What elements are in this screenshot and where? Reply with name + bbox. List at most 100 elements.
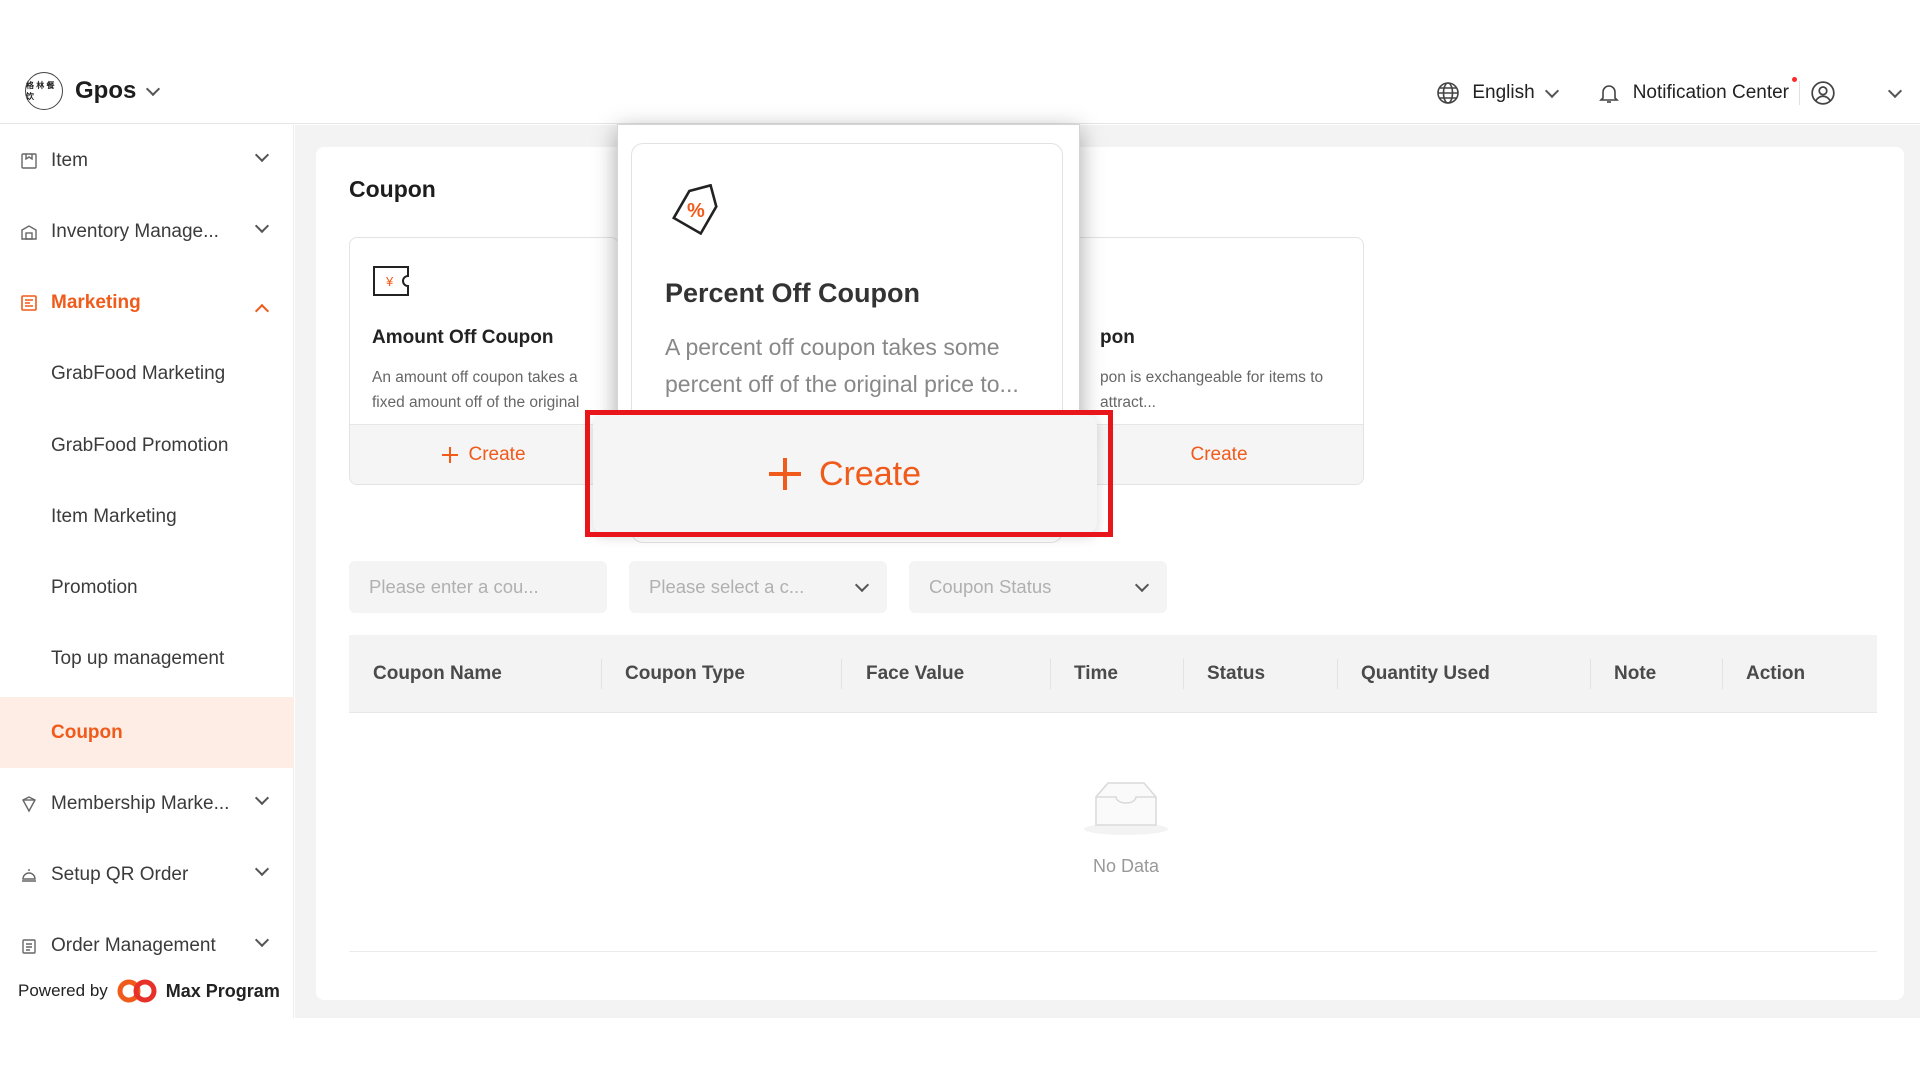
warehouse-icon — [21, 224, 37, 240]
highlight-box — [585, 410, 1113, 537]
chevron-up-icon — [254, 303, 270, 319]
chevron-down-icon — [1134, 577, 1150, 592]
percent-off-coupon-popup: % Percent Off Coupon A percent off coupo… — [617, 124, 1080, 543]
service-bell-icon — [22, 868, 36, 882]
powered-by: Powered by Max Program — [18, 978, 280, 1004]
chevron-down-icon — [1544, 83, 1559, 98]
brand-name: Gpos — [75, 77, 137, 104]
sidebar-item-membership[interactable]: Membership Marke... — [0, 768, 294, 839]
divider — [1799, 81, 1800, 105]
popup-card-title: Percent Off Coupon — [665, 278, 920, 308]
powered-by-label: Powered by — [18, 981, 108, 1000]
coupon-name-input[interactable]: Please enter a cou... — [349, 561, 607, 613]
user-menu[interactable] — [1810, 80, 1903, 106]
sidebar-item-label: Coupon — [51, 721, 123, 743]
create-exchange-button[interactable]: Create — [1075, 424, 1363, 484]
empty-inbox-icon — [1084, 782, 1168, 835]
sidebar-item-label: Order Management — [51, 934, 216, 956]
chevron-down-icon — [254, 147, 270, 163]
coupon-status-select[interactable]: Coupon Status — [909, 561, 1167, 613]
membership-icon — [22, 795, 36, 812]
header-actions: English Notification Center — [1436, 76, 1903, 110]
sidebar-item-label: Membership Marke... — [51, 792, 230, 814]
sidebar-item-label: Top up management — [51, 647, 225, 669]
column-divider — [1183, 659, 1184, 689]
language-selector[interactable]: English — [1436, 81, 1559, 105]
chevron-down-icon — [854, 577, 870, 592]
create-amount-off-button[interactable]: Create — [350, 424, 618, 484]
column-header: Note — [1614, 663, 1657, 684]
coupon-panel: Coupon ¥ Amount Off Coupon An amount off… — [316, 147, 1904, 1000]
select-placeholder: Coupon Status — [929, 576, 1052, 597]
sidebar-item-item-marketing[interactable]: Item Marketing — [0, 481, 294, 552]
notification-center[interactable]: Notification Center — [1597, 77, 1797, 105]
sidebar-item-label: Inventory Manage... — [51, 220, 219, 242]
column-header: Time — [1074, 663, 1119, 684]
notification-label: Notification Center — [1632, 82, 1789, 103]
sidebar-item-grabfood-promotion[interactable]: GrabFood Promotion — [0, 410, 294, 481]
sidebar-item-label: Promotion — [51, 576, 138, 598]
app-root: 格 林 餐 饮 Gpos English Notification Center — [0, 0, 1920, 1080]
notification-badge — [1792, 77, 1797, 82]
sidebar-item-label: GrabFood Marketing — [51, 362, 226, 384]
sidebar-item-item[interactable]: Item — [0, 125, 294, 196]
globe-icon — [1437, 82, 1460, 104]
column-header: Face Value — [866, 663, 965, 684]
sidebar-item-label: Setup QR Order — [51, 863, 189, 885]
column-divider — [841, 659, 842, 689]
chevron-down-icon — [254, 790, 270, 806]
filter-bar: Please enter a cou... Please select a c.… — [349, 561, 1167, 613]
brand-switcher[interactable]: 格 林 餐 饮 Gpos — [25, 72, 161, 110]
sidebar-item-top-up[interactable]: Top up management — [0, 623, 294, 694]
chevron-down-icon — [254, 932, 270, 948]
chevron-down-icon — [146, 81, 161, 96]
page-title: Coupon — [349, 176, 436, 202]
chevron-down-icon — [254, 218, 270, 234]
sidebar-item-promotion[interactable]: Promotion — [0, 552, 294, 623]
sidebar-item-label: Marketing — [51, 291, 141, 313]
column-header: Status — [1207, 663, 1266, 684]
empty-state: No Data — [1066, 777, 1186, 877]
no-data-label: No Data — [1092, 856, 1160, 876]
plus-icon — [442, 446, 459, 463]
column-divider — [1590, 659, 1591, 689]
divider — [349, 951, 1877, 952]
main-area: Coupon ¥ Amount Off Coupon An amount off… — [295, 125, 1920, 1018]
popup-card-description: A percent off coupon takes some percent … — [665, 334, 1019, 397]
column-divider — [601, 659, 602, 689]
create-label: Create — [1190, 443, 1248, 465]
sidebar-item-label: GrabFood Promotion — [51, 434, 229, 456]
card-description: pon is exchangeable for items to attract… — [1100, 369, 1324, 411]
powered-by-brand: Max Program — [165, 980, 280, 1001]
chevron-down-icon — [254, 861, 270, 877]
create-label: Create — [468, 443, 526, 465]
sidebar-item-marketing[interactable]: Marketing — [0, 267, 294, 338]
user-icon — [1811, 81, 1835, 105]
column-header: Coupon Type — [625, 663, 745, 684]
percent-tag-icon: % — [672, 184, 718, 236]
sidebar: Item Inventory Manage... Marketing GrabF… — [0, 125, 294, 1018]
marketing-icon — [21, 294, 37, 311]
sidebar-item-coupon[interactable]: Coupon — [0, 697, 294, 768]
column-header: Coupon Name — [373, 663, 502, 684]
item-icon — [21, 152, 37, 169]
top-header: 格 林 餐 饮 Gpos English Notification Center — [0, 62, 1920, 124]
store-logo: 格 林 餐 饮 — [25, 72, 63, 110]
bell-icon — [1598, 85, 1619, 103]
coupon-type-select[interactable]: Please select a c... — [629, 561, 887, 613]
sidebar-item-inventory[interactable]: Inventory Manage... — [0, 196, 294, 267]
sidebar-item-grabfood-marketing[interactable]: GrabFood Marketing — [0, 338, 294, 409]
coupon-table-header: Coupon Name Coupon Type Face Value Time … — [349, 635, 1877, 713]
yen-ticket-icon: ¥ — [373, 266, 409, 296]
column-divider — [1722, 659, 1723, 689]
svg-text:¥: ¥ — [385, 274, 394, 289]
sidebar-item-qr-order[interactable]: Setup QR Order — [0, 839, 294, 910]
sidebar-item-label: Item — [51, 149, 88, 171]
language-label: English — [1472, 82, 1535, 103]
card-title: pon — [1100, 327, 1135, 348]
amount-off-coupon-card: ¥ Amount Off Coupon An amount off coupon… — [349, 237, 619, 485]
chevron-down-icon — [1887, 83, 1903, 98]
sidebar-item-order-management[interactable]: Order Management — [0, 910, 294, 981]
svg-text:%: % — [687, 200, 705, 222]
column-divider — [1050, 659, 1051, 689]
